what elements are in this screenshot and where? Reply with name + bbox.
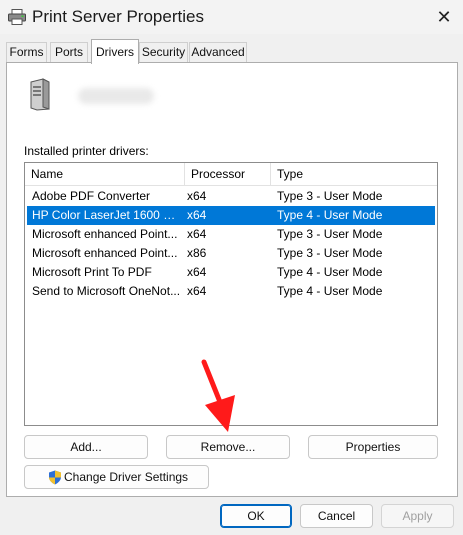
- driver-properties-button[interactable]: Properties: [308, 435, 438, 459]
- list-caption: Installed printer drivers:: [24, 144, 149, 158]
- close-button[interactable]: ✕: [425, 0, 463, 34]
- driver-row[interactable]: Microsoft enhanced Point... x86 Type 3 - U…: [27, 244, 435, 263]
- print-server-icon: [30, 78, 50, 111]
- tab-ports[interactable]: Ports: [50, 42, 88, 63]
- remove-driver-button[interactable]: Remove...: [166, 435, 290, 459]
- driver-row[interactable]: Send to Microsoft OneNot... x64 Type 4 - U…: [27, 282, 435, 301]
- driver-type-cell: Type 3 - User Mode: [277, 246, 383, 260]
- driver-name-cell: Microsoft Print To PDF: [32, 265, 152, 279]
- change-driver-settings-button[interactable]: Change Driver Settings: [24, 465, 209, 489]
- ok-button[interactable]: OK: [220, 504, 292, 528]
- drivers-listview[interactable]: Name Processor Type Adobe PDF Converter x…: [24, 162, 438, 426]
- driver-processor-cell: x64: [187, 227, 207, 241]
- driver-processor-cell: x64: [187, 189, 207, 203]
- column-header-processor[interactable]: Processor: [185, 163, 271, 186]
- driver-processor-cell: x64: [187, 208, 207, 222]
- driver-row[interactable]: Adobe PDF Converter x64 Type 3 - User Mode: [27, 187, 435, 206]
- driver-type-cell: Type 3 - User Mode: [277, 189, 383, 203]
- driver-name-cell: Send to Microsoft OneNot...: [32, 284, 181, 298]
- drivers-panel: Installed printer drivers: Name Processo…: [6, 62, 458, 497]
- add-driver-button[interactable]: Add...: [24, 435, 148, 459]
- driver-type-cell: Type 4 - User Mode: [277, 284, 383, 298]
- uac-shield-icon: [49, 470, 61, 485]
- driver-row[interactable]: Microsoft Print To PDF x64 Type 4 - User M…: [27, 263, 435, 282]
- driver-name-cell: HP Color LaserJet 1600 Cla...: [32, 208, 182, 222]
- driver-row[interactable]: Microsoft enhanced Point... x64 Type 3 - U…: [27, 225, 435, 244]
- driver-processor-cell: x64: [187, 265, 207, 279]
- driver-name-cell: Microsoft enhanced Point...: [32, 227, 178, 241]
- driver-type-cell: Type 4 - User Mode: [277, 265, 383, 279]
- driver-type-cell: Type 4 - User Mode: [277, 208, 383, 222]
- listview-header: Name Processor Type: [25, 163, 437, 186]
- column-header-name[interactable]: Name: [25, 163, 185, 186]
- change-driver-settings-label: Change Driver Settings: [64, 470, 189, 484]
- title-bar: Print Server Properties ✕: [0, 0, 463, 34]
- driver-processor-cell: x64: [187, 284, 207, 298]
- window-title: Print Server Properties: [32, 7, 204, 26]
- tab-forms[interactable]: Forms: [6, 42, 47, 63]
- server-name-blurred: [78, 88, 154, 104]
- column-header-type[interactable]: Type: [271, 163, 437, 186]
- apply-button[interactable]: Apply: [381, 504, 454, 528]
- cancel-button[interactable]: Cancel: [300, 504, 373, 528]
- driver-type-cell: Type 3 - User Mode: [277, 227, 383, 241]
- driver-name-cell: Microsoft enhanced Point...: [32, 246, 178, 260]
- tab-security[interactable]: Security: [139, 42, 188, 63]
- printer-icon: [8, 9, 26, 25]
- driver-row[interactable]: HP Color LaserJet 1600 Cla... x64 Type 4 -…: [27, 206, 435, 225]
- close-icon: ✕: [436, 6, 452, 27]
- tab-drivers[interactable]: Drivers: [91, 39, 139, 64]
- listview-rows: Adobe PDF Converter x64 Type 3 - User Mode…: [25, 187, 437, 301]
- driver-name-cell: Adobe PDF Converter: [32, 189, 151, 203]
- driver-processor-cell: x86: [187, 246, 207, 260]
- tab-advanced[interactable]: Advanced: [189, 42, 247, 63]
